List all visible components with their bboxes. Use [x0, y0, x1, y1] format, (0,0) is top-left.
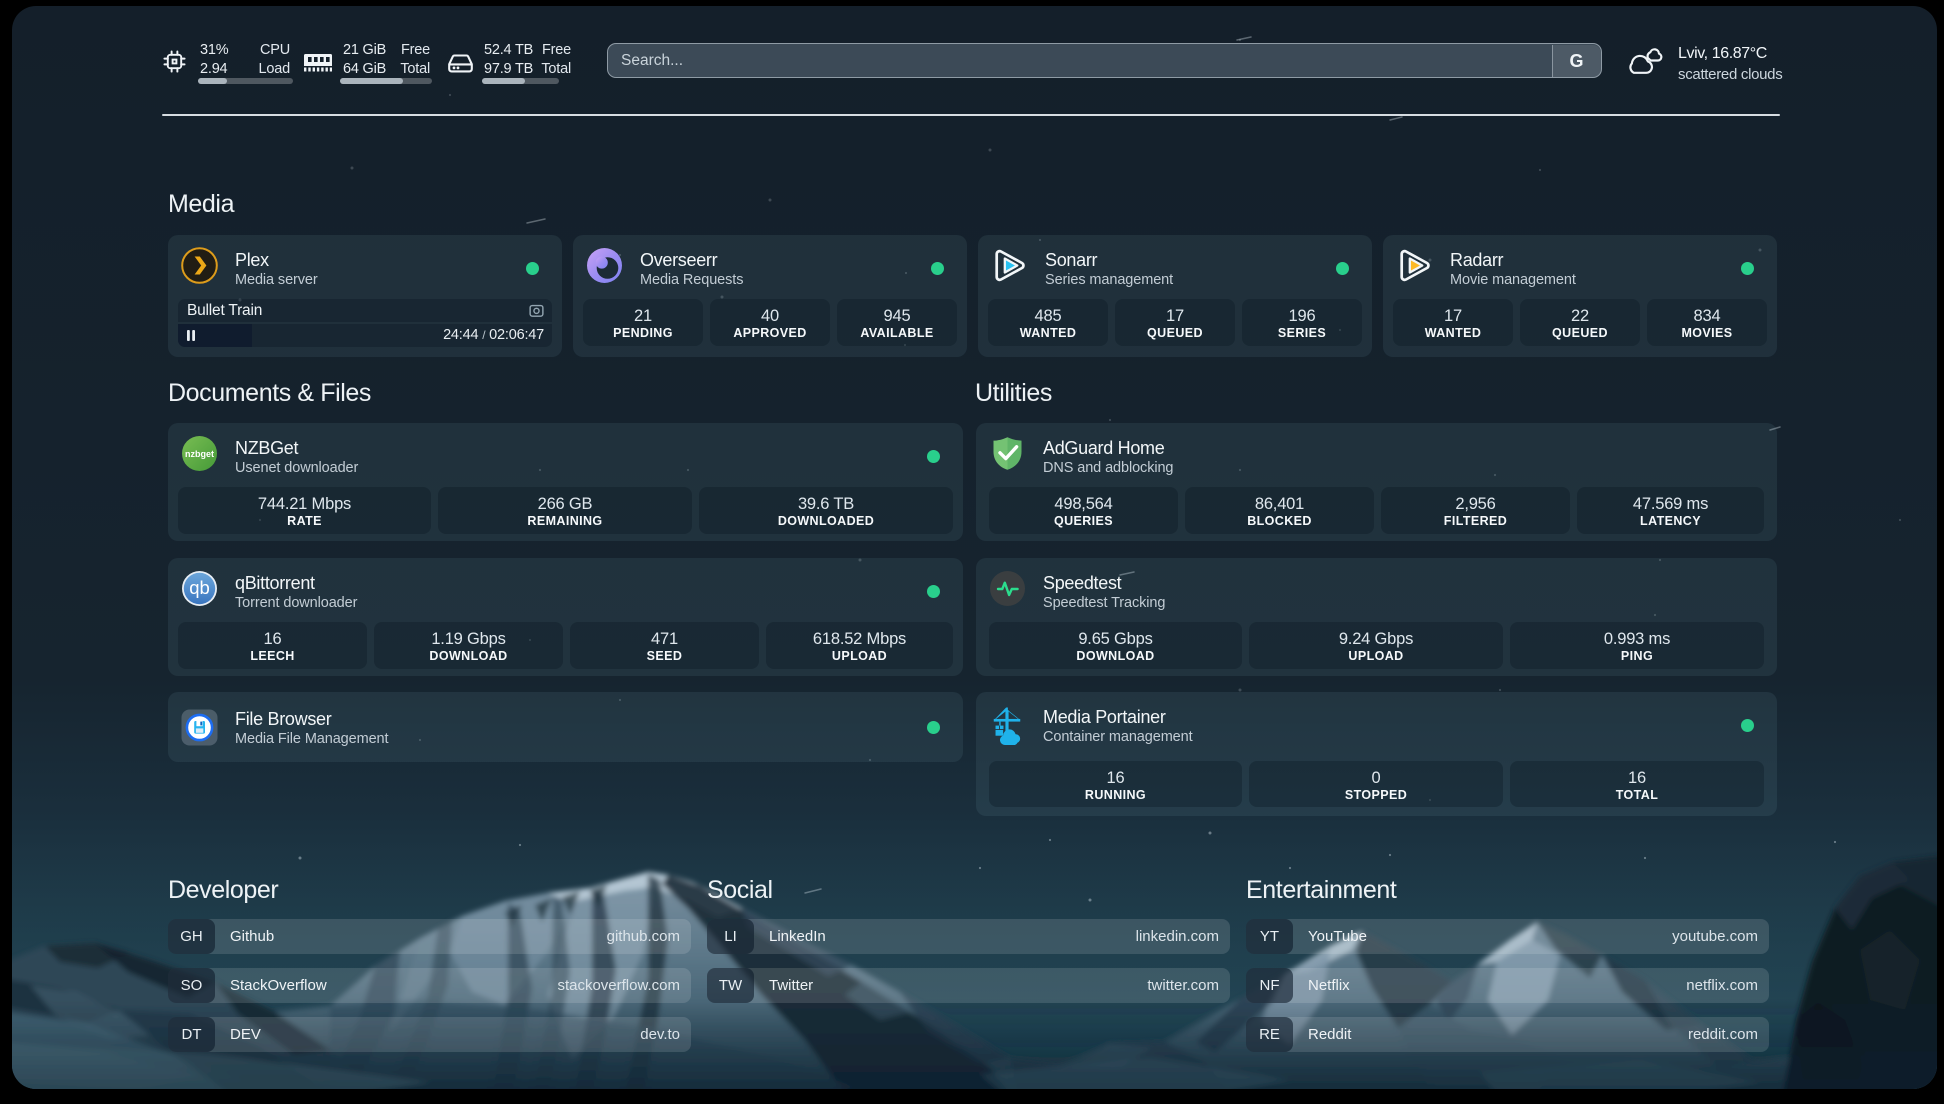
- svg-text:qb: qb: [189, 577, 210, 598]
- svg-text:nzbget: nzbget: [185, 449, 214, 459]
